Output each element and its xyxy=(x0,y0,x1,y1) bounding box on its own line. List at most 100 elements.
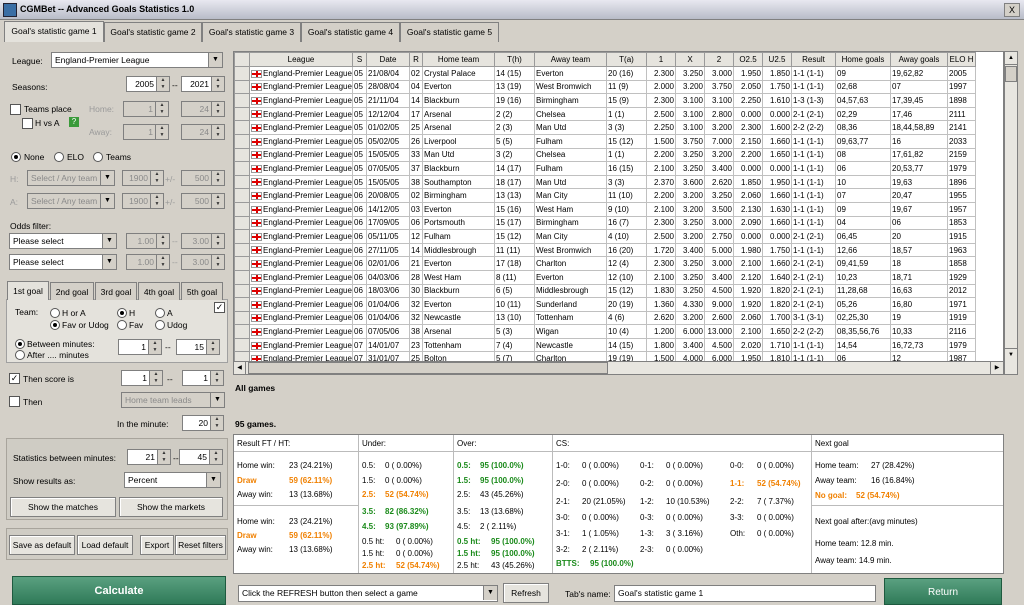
table-row[interactable]: England-Premier League 05 01/02/05 25 Arsena… xyxy=(234,120,976,135)
scroll-up-icon[interactable]: ▲ xyxy=(1005,52,1017,65)
load-default-button[interactable]: Load default xyxy=(77,535,133,555)
row-indicator[interactable] xyxy=(234,337,250,353)
team-a-radio[interactable] xyxy=(155,308,165,318)
scroll-left-icon[interactable]: ◀ xyxy=(234,362,246,374)
table-row[interactable]: England-Premier League 06 01/04/06 32 Everto… xyxy=(234,297,976,312)
row-indicator[interactable] xyxy=(234,120,250,135)
tab-game-2[interactable]: Goal's statistic game 2 xyxy=(104,22,202,42)
tab-game-3[interactable]: Goal's statistic game 3 xyxy=(202,22,301,42)
row-indicator[interactable] xyxy=(234,174,250,190)
column-header[interactable]: T(a) xyxy=(606,52,647,67)
spinner-arrows-icon[interactable]: ▲ ▼ xyxy=(150,171,163,185)
rating-elo-radio[interactable] xyxy=(54,152,64,162)
matches-grid[interactable]: League S Date R Home team T(h) Away team T(a) 1 X… xyxy=(233,51,1004,375)
tab-game-4[interactable]: Goal's statistic game 4 xyxy=(301,22,400,42)
home-place-to[interactable]: 24 ▲ ▼ xyxy=(181,101,225,117)
column-header[interactable]: R xyxy=(409,52,423,67)
table-row[interactable]: England-Premier League 06 17/09/05 06 Portsm… xyxy=(234,215,976,231)
elo-h-pm-spinner[interactable]: 500 ▲ ▼ xyxy=(181,170,225,186)
table-row[interactable]: England-Premier League 07 14/01/07 23 Totten… xyxy=(234,337,976,353)
spinner-arrows-icon[interactable]: ▲ ▼ xyxy=(211,255,224,269)
tab-game-5[interactable]: Goal's statistic game 5 xyxy=(400,22,499,42)
after-minutes-radio[interactable] xyxy=(15,350,25,360)
between-from-spinner[interactable]: 1 ▲ ▼ xyxy=(118,339,162,355)
elo-h-spinner[interactable]: 1900 ▲ ▼ xyxy=(122,170,164,186)
stats-from-spinner[interactable]: 21 ▲ ▼ xyxy=(127,449,171,465)
spinner-arrows-icon[interactable]: ▲ ▼ xyxy=(155,102,168,116)
spinner-arrows-icon[interactable]: ▲ ▼ xyxy=(211,125,224,139)
season-to-spinner[interactable]: 2021 ▲ ▼ xyxy=(181,76,225,92)
row-indicator[interactable] xyxy=(234,147,250,163)
odds2-to[interactable]: 3.00 ▲ ▼ xyxy=(181,254,225,270)
spinner-arrows-icon[interactable]: ▲ ▼ xyxy=(155,125,168,139)
table-row[interactable]: England-Premier League 05 15/05/05 33 Man Ut… xyxy=(234,147,976,163)
teams-place-checkbox[interactable] xyxy=(10,104,21,115)
column-header[interactable]: T(h) xyxy=(494,52,535,67)
game-select[interactable]: Click the REFRESH button then select a g… xyxy=(238,585,498,602)
scroll-right-icon[interactable]: ▶ xyxy=(990,362,1003,374)
table-row[interactable]: England-Premier League 06 27/11/05 14 Middle… xyxy=(234,242,976,258)
tab-5th-goal[interactable]: 5th goal xyxy=(181,282,223,300)
row-indicator[interactable] xyxy=(234,201,250,217)
column-header[interactable]: League xyxy=(249,52,353,67)
column-header[interactable]: Home goals xyxy=(835,52,891,67)
between-minutes-radio[interactable] xyxy=(15,339,25,349)
tab-4th-goal[interactable]: 4th goal xyxy=(138,282,180,300)
return-button[interactable]: Return xyxy=(884,578,1002,605)
row-indicator[interactable] xyxy=(234,106,250,122)
scroll-thumb[interactable] xyxy=(1005,66,1017,82)
score-away-spinner[interactable]: 1 ▲ ▼ xyxy=(182,370,224,386)
team-fav-udog-radio[interactable] xyxy=(50,320,60,330)
help-icon[interactable]: ? xyxy=(69,117,79,127)
tab-2nd-goal[interactable]: 2nd goal xyxy=(50,282,94,300)
away-place-to[interactable]: 24 ▲ ▼ xyxy=(181,124,225,140)
scroll-down-icon[interactable]: ▼ xyxy=(1005,348,1017,361)
table-row[interactable]: England-Premier League 05 12/12/04 17 Arsena… xyxy=(234,106,976,122)
show-matches-button[interactable]: Show the matches xyxy=(10,497,116,517)
row-indicator[interactable] xyxy=(234,93,250,108)
spinner-arrows-icon[interactable]: ▲ ▼ xyxy=(211,171,224,185)
show-results-select[interactable]: Percent ▼ xyxy=(124,472,221,488)
spinner-arrows-icon[interactable]: ▲ ▼ xyxy=(156,255,169,269)
spinner-arrows-icon[interactable]: ▲ ▼ xyxy=(156,77,169,91)
table-row[interactable]: England-Premier League 05 07/05/05 37 Blackb… xyxy=(234,161,976,176)
league-select[interactable]: England-Premier League ▼ xyxy=(51,52,223,68)
row-indicator[interactable] xyxy=(234,133,250,149)
table-row[interactable]: England-Premier League 05 28/08/04 04 Everto… xyxy=(234,79,976,95)
grid-horizontal-scrollbar[interactable]: ◀ ▶ xyxy=(233,361,1004,375)
table-row[interactable]: England-Premier League 06 14/12/05 03 Everto… xyxy=(234,201,976,217)
table-row[interactable]: England-Premier League 05 21/11/04 14 Blackb… xyxy=(234,93,976,108)
table-row[interactable]: England-Premier League 06 01/04/06 32 Newcas… xyxy=(234,310,976,326)
row-indicator[interactable] xyxy=(234,297,250,312)
home-place-from[interactable]: 1 ▲ ▼ xyxy=(123,101,169,117)
tab-name-input[interactable]: Goal's statistic game 1 xyxy=(614,585,876,602)
column-header[interactable]: S xyxy=(352,52,367,67)
row-indicator[interactable] xyxy=(234,79,250,95)
score-home-spinner[interactable]: 1 ▲ ▼ xyxy=(121,370,163,386)
odds2-from[interactable]: 1.00 ▲ ▼ xyxy=(126,254,170,270)
home-team-select[interactable]: Select / Any team ▼ xyxy=(27,170,115,186)
elo-a-spinner[interactable]: 1900 ▲ ▼ xyxy=(122,193,164,209)
close-icon[interactable]: X xyxy=(1004,3,1020,17)
row-indicator[interactable] xyxy=(234,310,250,326)
hvsa-checkbox[interactable] xyxy=(22,118,33,129)
column-header[interactable]: Home team xyxy=(422,52,495,67)
team-udog-radio[interactable] xyxy=(155,320,165,330)
tab-game-1[interactable]: Goal's statistic game 1 xyxy=(4,21,104,42)
row-indicator[interactable] xyxy=(234,324,250,339)
refresh-button[interactable]: Refresh xyxy=(503,583,549,603)
row-indicator[interactable] xyxy=(234,188,250,203)
show-markets-button[interactable]: Show the markets xyxy=(119,497,223,517)
spinner-arrows-icon[interactable]: ▲ ▼ xyxy=(211,234,224,248)
table-row[interactable]: England-Premier League 05 05/02/05 26 Liverp… xyxy=(234,133,976,149)
away-team-select[interactable]: Select / Any team ▼ xyxy=(27,193,115,209)
then-checkbox[interactable] xyxy=(9,396,20,407)
table-row[interactable]: England-Premier League 06 18/03/06 30 Blackb… xyxy=(234,283,976,299)
table-row[interactable]: England-Premier League 06 07/05/06 38 Arsena… xyxy=(234,324,976,339)
spinner-arrows-icon[interactable]: ▲ ▼ xyxy=(211,102,224,116)
table-row[interactable]: England-Premier League 06 02/01/06 21 Everto… xyxy=(234,256,976,271)
rating-none-radio[interactable] xyxy=(11,152,21,162)
team-h-radio[interactable] xyxy=(117,308,127,318)
column-header[interactable]: U2.5 xyxy=(762,52,792,67)
column-header[interactable]: O2.5 xyxy=(733,52,763,67)
